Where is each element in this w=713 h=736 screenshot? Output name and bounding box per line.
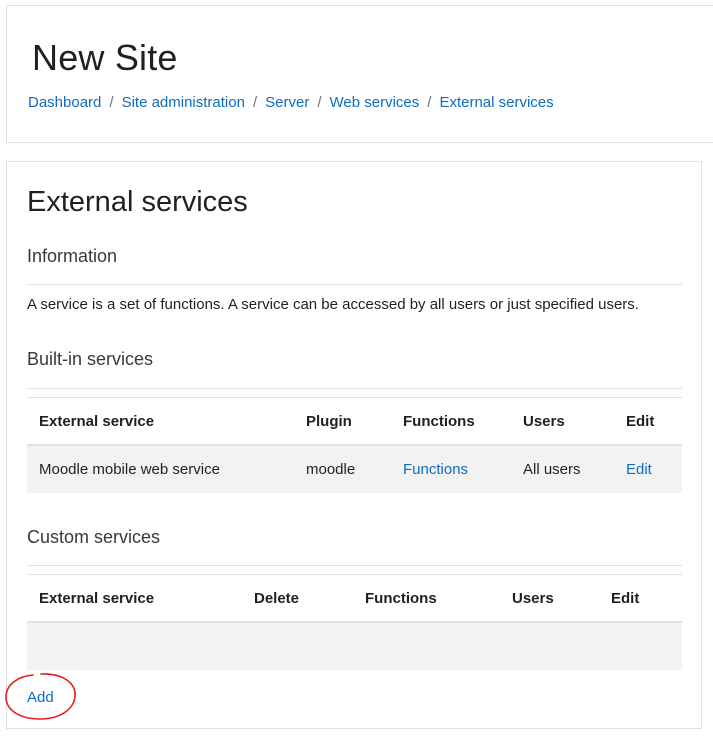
page-title: External services xyxy=(27,186,248,218)
column-header-functions: Functions xyxy=(391,397,511,446)
column-header-users: Users xyxy=(500,574,599,623)
main-content: External services Information A service … xyxy=(6,161,702,729)
divider xyxy=(27,565,682,566)
breadcrumb-web-services[interactable]: Web services xyxy=(330,94,420,111)
divider xyxy=(27,284,682,285)
table-header-row: External service Plugin Functions Users … xyxy=(27,397,682,446)
column-header-delete: Delete xyxy=(242,574,353,623)
breadcrumb-separator: / xyxy=(317,94,322,111)
functions-link[interactable]: Functions xyxy=(403,461,468,478)
breadcrumb: Dashboard / Site administration / Server… xyxy=(28,94,554,111)
breadcrumb-separator: / xyxy=(427,94,432,111)
breadcrumb-site-administration[interactable]: Site administration xyxy=(122,94,245,111)
breadcrumb-separator: / xyxy=(252,94,258,111)
column-header-external-service: External service xyxy=(27,397,294,446)
service-name-cell: Moodle mobile web service xyxy=(27,445,294,493)
custom-services-heading: Custom services xyxy=(27,527,161,547)
column-header-functions: Functions xyxy=(353,574,500,623)
divider xyxy=(27,388,682,389)
site-title: New Site xyxy=(32,37,178,78)
add-service-link[interactable]: Add xyxy=(27,689,54,706)
breadcrumb-dashboard[interactable]: Dashboard xyxy=(28,94,101,111)
builtin-services-table: External service Plugin Functions Users … xyxy=(27,397,682,493)
empty-table-row xyxy=(27,622,682,670)
breadcrumb-separator: / xyxy=(109,94,114,111)
breadcrumb-server[interactable]: Server xyxy=(265,94,309,111)
column-header-external-service: External service xyxy=(27,574,242,623)
edit-link[interactable]: Edit xyxy=(626,461,652,478)
table-header-row: External service Delete Functions Users … xyxy=(27,574,682,623)
plugin-cell: moodle xyxy=(294,445,391,493)
custom-services-table: External service Delete Functions Users … xyxy=(27,574,682,670)
users-cell: All users xyxy=(511,445,614,493)
information-heading: Information xyxy=(27,246,118,266)
table-row: Moodle mobile web service moodle Functio… xyxy=(27,445,682,493)
column-header-edit: Edit xyxy=(614,397,682,446)
column-header-users: Users xyxy=(511,397,614,446)
column-header-edit: Edit xyxy=(599,574,682,623)
column-header-plugin: Plugin xyxy=(294,397,391,446)
breadcrumb-external-services[interactable]: External services xyxy=(439,94,553,111)
information-text: A service is a set of functions. A servi… xyxy=(27,296,639,313)
builtin-services-heading: Built-in services xyxy=(27,349,154,369)
page-header: New Site Dashboard / Site administration… xyxy=(6,5,713,143)
